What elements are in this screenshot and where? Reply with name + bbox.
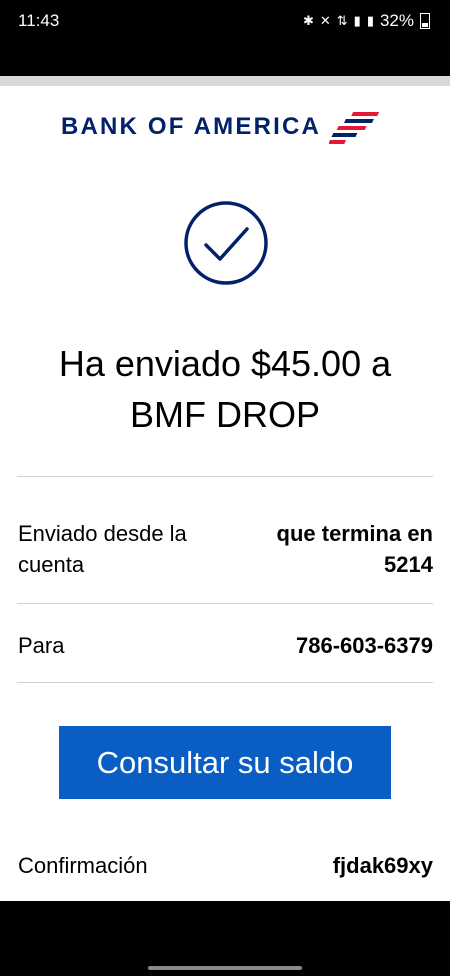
home-indicator[interactable] (148, 966, 302, 970)
status-bar: 11:43 ✱ ✕ ⇅ ▮ ▮ 32% (0, 0, 450, 76)
headline-line-2: BMF DROP (129, 394, 320, 435)
mute-icon: ✕ (319, 13, 331, 28)
bank-logo: BANK OF AMERICA (0, 104, 450, 150)
status-time: 11:43 (18, 11, 60, 30)
divider (17, 682, 433, 683)
checkmark-circle-icon (184, 201, 268, 285)
status-icons: ✱ ✕ ⇅ ▮ ▮ 32% (303, 11, 430, 31)
from-account-value: que termina en 5214 (276, 521, 433, 577)
flag-logo-icon (329, 112, 380, 144)
divider (17, 476, 433, 477)
battery-percent: 32% (379, 11, 414, 30)
confirmation-headline: Ha enviado $45.00 a BMF DROP (20, 338, 430, 440)
4g-icon: ⇅ (336, 13, 348, 28)
recipient-label: Para (18, 633, 65, 658)
from-account-label: Enviado desde la cuenta (18, 521, 187, 577)
confirmation-number: fjdak69xy (332, 853, 433, 878)
confirmation-label: Confirmación (18, 853, 148, 878)
logo-text: BANK OF AMERICA (60, 113, 322, 140)
signal-icon: ▮ (353, 13, 361, 28)
headline-line-1: Ha enviado $45.00 a (58, 343, 392, 384)
check-balance-button[interactable]: Consultar su saldo (59, 726, 391, 799)
recipient-value: 786-603-6379 (295, 633, 433, 658)
navigation-bar (0, 901, 450, 976)
bluetooth-icon: ✱ (302, 13, 314, 28)
signal-icon: ▮ (366, 13, 374, 28)
divider (17, 603, 433, 604)
confirmation-screen: BANK OF AMERICA Ha enviado $45.00 a BMF … (0, 76, 450, 901)
battery-icon (420, 13, 430, 29)
